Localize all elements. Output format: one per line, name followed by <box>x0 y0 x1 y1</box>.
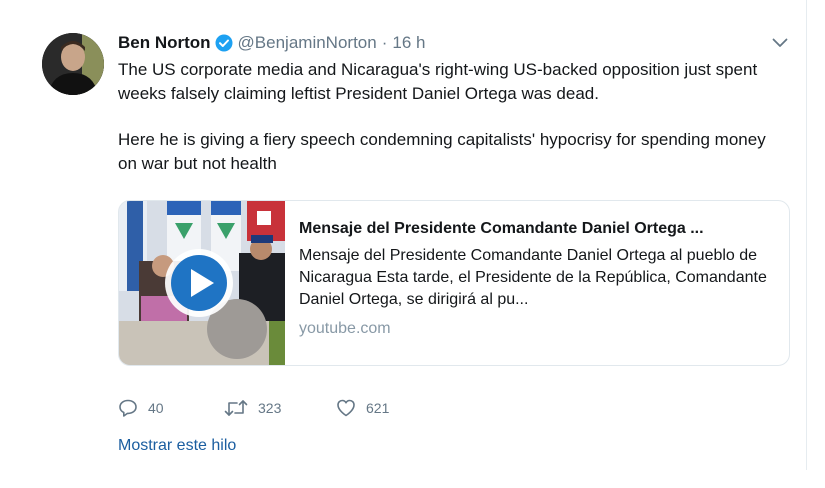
video-thumbnail <box>119 201 285 365</box>
like-count: 621 <box>366 400 390 416</box>
tweet-header: Ben Norton @BenjaminNorton · 16 h <box>118 31 425 55</box>
reply-button[interactable]: 40 <box>118 398 224 418</box>
reply-count: 40 <box>148 400 164 416</box>
card-body: Mensaje del Presidente Comandante Daniel… <box>285 201 789 365</box>
card-description: Mensaje del Presidente Comandante Daniel… <box>299 247 767 308</box>
avatar-image <box>42 33 104 95</box>
avatar[interactable] <box>42 33 104 95</box>
retweet-icon <box>224 400 248 416</box>
separator-dot: · <box>381 33 388 52</box>
tweet-actions: 40 323 621 <box>118 396 389 420</box>
tweet-timestamp[interactable]: 16 h <box>392 33 425 53</box>
verified-badge-icon <box>215 34 233 52</box>
retweet-button[interactable]: 323 <box>224 398 336 418</box>
show-thread-link[interactable]: Mostrar este hilo <box>118 437 236 455</box>
reply-icon <box>119 399 137 417</box>
retweet-count: 323 <box>258 400 282 416</box>
heart-icon <box>337 399 355 417</box>
author-handle[interactable]: @BenjaminNorton <box>238 33 377 53</box>
like-button[interactable]: 621 <box>336 398 389 418</box>
tweet-text-paragraph: The US corporate media and Nicaragua's r… <box>118 60 758 103</box>
card-domain: youtube.com <box>299 320 391 337</box>
card-title: Mensaje del Presidente Comandante Daniel… <box>299 220 704 237</box>
tweet-text-paragraph: Here he is giving a fiery speech condemn… <box>118 130 766 173</box>
link-preview-card[interactable]: Mensaje del Presidente Comandante Daniel… <box>118 200 790 366</box>
chevron-down-icon[interactable] <box>771 36 789 50</box>
author-name[interactable]: Ben Norton <box>118 33 211 53</box>
tweet-text: The US corporate media and Nicaragua's r… <box>118 58 788 176</box>
tweet: Ben Norton @BenjaminNorton · 16 h The US… <box>0 0 807 470</box>
